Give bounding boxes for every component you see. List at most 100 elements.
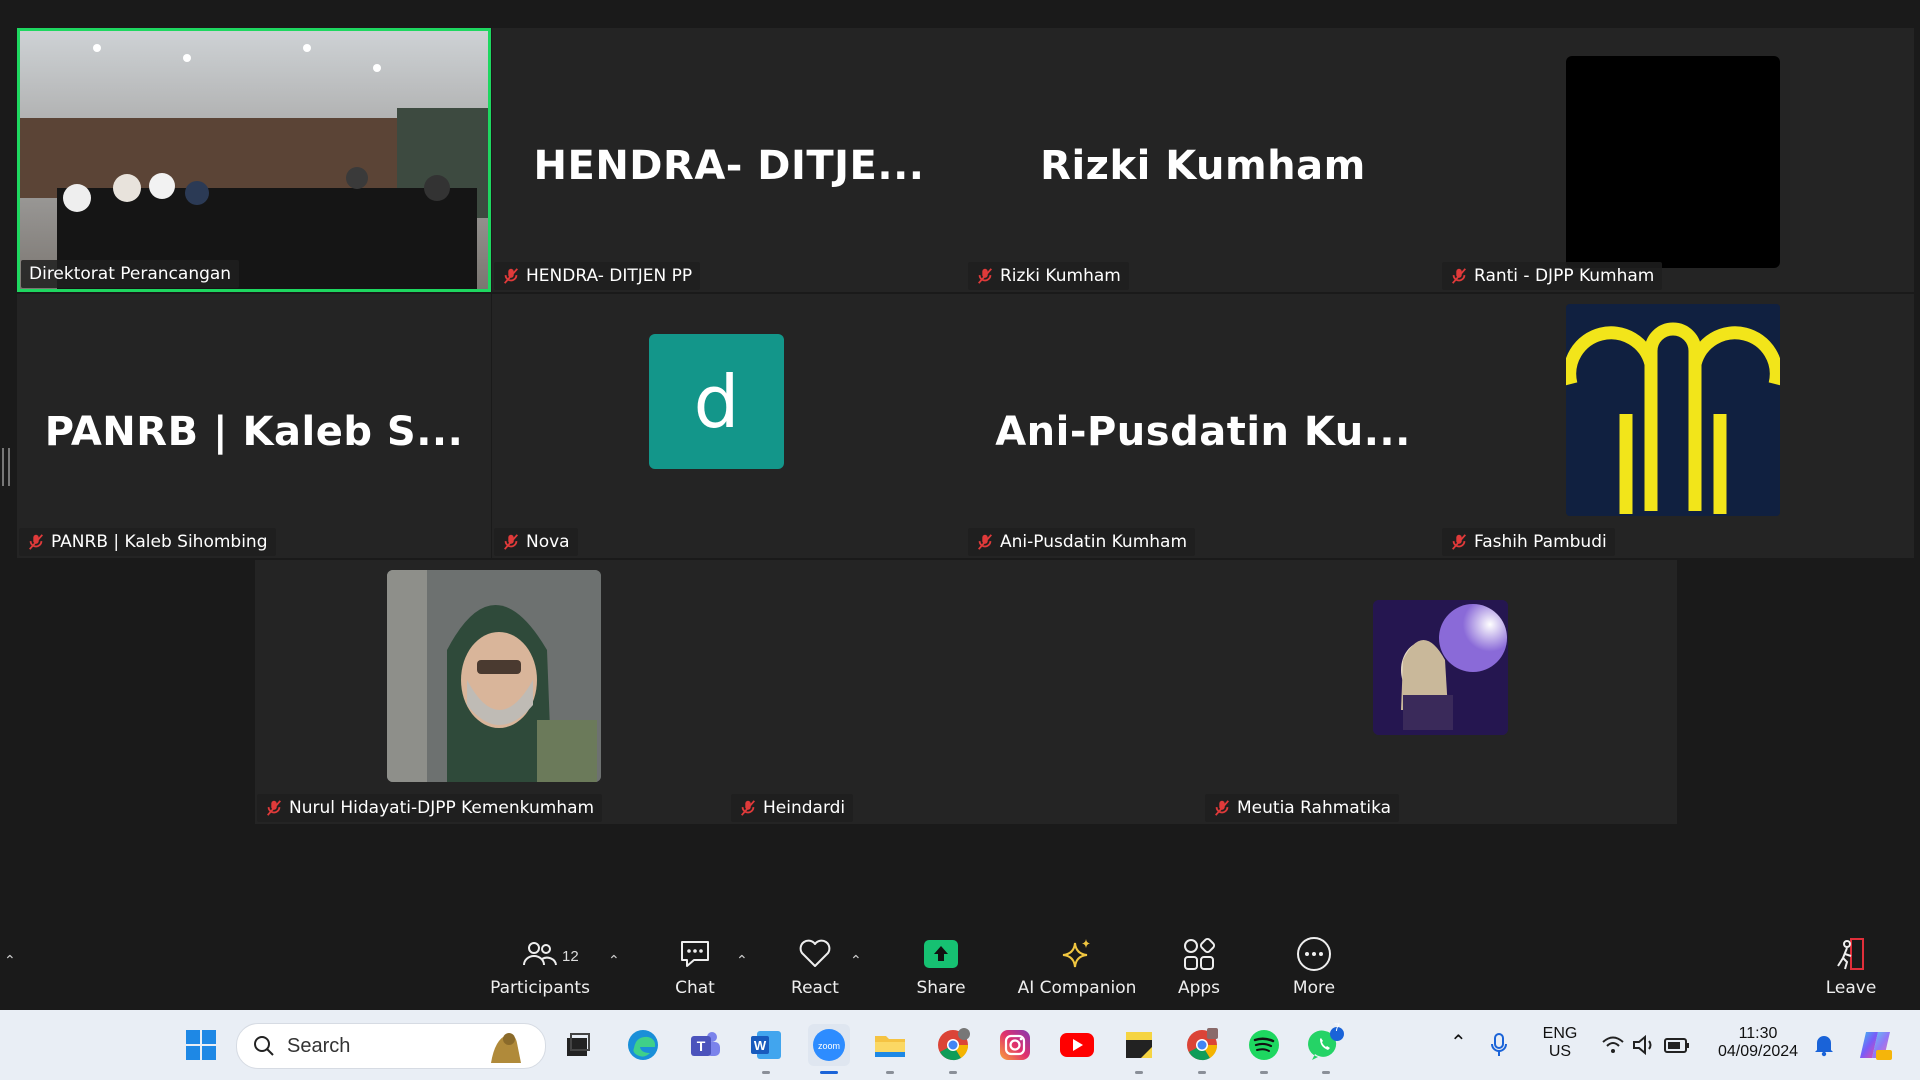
chat-options-chevron-icon[interactable]: ⌃ — [736, 952, 748, 969]
leave-icon — [1833, 932, 1869, 976]
ai-companion-button[interactable]: AI Companion — [1016, 932, 1138, 998]
volume-icon — [1633, 1034, 1652, 1056]
keyboard-region: US — [1548, 1043, 1572, 1060]
search-icon — [254, 1036, 274, 1056]
taskbar-word[interactable]: W — [745, 1024, 787, 1074]
taskbar-search-box[interactable]: Search — [236, 1023, 546, 1069]
taskbar-chrome-profile[interactable] — [1181, 1024, 1223, 1074]
more-button[interactable]: More — [1278, 932, 1350, 998]
mic-muted-icon — [267, 800, 281, 816]
video-tile-meutia[interactable]: Meutia Rahmatika — [1203, 560, 1677, 824]
bell-icon — [1815, 1036, 1833, 1057]
mic-muted-icon — [1452, 534, 1466, 550]
notifications-button[interactable] — [1806, 1024, 1842, 1066]
leave-button[interactable]: Leave — [1818, 932, 1884, 998]
wifi-icon — [1602, 1036, 1624, 1053]
language-indicator[interactable]: ENG US — [1540, 1025, 1580, 1061]
microphone-icon — [1491, 1033, 1507, 1056]
video-tile-rizki[interactable]: Rizki Kumham Rizki Kumham — [966, 28, 1440, 292]
participant-name: Fashih Pambudi — [1474, 532, 1607, 552]
participant-name: Nurul Hidayati-DJPP Kemenkumham — [289, 798, 595, 818]
task-view-button[interactable] — [557, 1024, 599, 1066]
participant-name-label: Ranti - DJPP Kumham — [1442, 262, 1663, 290]
taskbar-youtube[interactable] — [1056, 1024, 1098, 1066]
participants-button[interactable]: Participants — [490, 932, 590, 998]
taskbar-spotify[interactable] — [1243, 1024, 1285, 1074]
mic-muted-icon — [978, 268, 992, 284]
taskbar-edge[interactable] — [622, 1024, 664, 1066]
participant-name: Heindardi — [763, 798, 846, 818]
participant-name-label: Direktorat Perancangan — [21, 260, 240, 288]
participant-name-label: Nurul Hidayati-DJPP Kemenkumham — [257, 794, 603, 822]
language-code: ENG — [1542, 1025, 1578, 1042]
taskbar-file-explorer[interactable] — [869, 1024, 911, 1074]
participants-options-chevron-icon[interactable]: ⌃ — [608, 952, 620, 969]
participant-name-label: PANRB | Kaleb Sihombing — [19, 528, 276, 556]
mic-muted-icon — [978, 534, 992, 550]
running-indicator — [1322, 1071, 1330, 1074]
participant-name-label: Meutia Rahmatika — [1205, 794, 1400, 822]
participant-name-label: HENDRA- DITJEN PP — [494, 262, 701, 290]
whatsapp-notification-badge: 7 — [1333, 1022, 1341, 1034]
participant-display-name: Ani-Pusdatin Ku... — [995, 409, 1411, 455]
participant-name: Nova — [526, 532, 570, 552]
participant-display-name: Rizki Kumham — [1040, 143, 1366, 189]
avatar: d — [649, 334, 784, 469]
task-view-icon — [567, 1033, 590, 1056]
taskbar-teams[interactable]: T — [684, 1024, 726, 1066]
participants-count: 12 — [562, 948, 579, 965]
video-tile-panrb[interactable]: PANRB | Kaleb S... PANRB | Kaleb Sihombi… — [17, 294, 491, 558]
mic-muted-icon — [1452, 268, 1466, 284]
spotify-icon — [1249, 1030, 1279, 1060]
video-tile-ranti[interactable]: Ranti - DJPP Kumham — [1440, 28, 1914, 292]
taskbar-whatsapp[interactable]: 7 — [1305, 1022, 1347, 1074]
react-options-chevron-icon[interactable]: ⌃ — [850, 952, 862, 969]
participant-video — [387, 570, 601, 782]
participant-name-label: Fashih Pambudi — [1442, 528, 1615, 556]
chat-icon — [678, 932, 712, 976]
participant-display-name: PANRB | Kaleb S... — [44, 409, 464, 455]
participant-display-name: HENDRA- DITJE... — [533, 143, 925, 189]
share-button[interactable]: Share — [905, 932, 977, 998]
share-label: Share — [916, 978, 966, 998]
tray-microphone[interactable] — [1484, 1024, 1514, 1066]
clock[interactable]: 11:30 04/09/2024 — [1710, 1025, 1806, 1061]
participants-icon — [522, 932, 558, 976]
tray-network-volume-battery[interactable] — [1596, 1024, 1696, 1066]
heart-icon — [798, 932, 832, 976]
more-label: More — [1292, 978, 1336, 998]
mic-muted-icon — [504, 534, 518, 550]
taskbar-zoom[interactable]: zoom — [808, 1024, 850, 1074]
video-tile-ani[interactable]: Ani-Pusdatin Ku... Ani-Pusdatin Kumham — [966, 294, 1440, 558]
video-tile-direktorat[interactable]: Direktorat Perancangan — [17, 28, 491, 292]
taskbar-sticky-notes[interactable] — [1118, 1024, 1160, 1074]
meeting-toolbar: ⌃ Participants 12 ⌃ Chat ⌃ React ⌃ Share… — [0, 928, 1920, 1010]
taskbar-instagram[interactable] — [994, 1024, 1036, 1066]
video-tile-hendra[interactable]: HENDRA- DITJE... HENDRA- DITJEN PP — [492, 28, 966, 292]
folder-icon — [875, 1036, 905, 1057]
video-tile-nova[interactable]: d Nova — [492, 294, 966, 558]
chat-button[interactable]: Chat — [659, 932, 731, 998]
running-indicator — [1260, 1071, 1268, 1074]
react-button[interactable]: React — [779, 932, 851, 998]
taskbar-chrome[interactable] — [932, 1024, 974, 1074]
search-placeholder: Search — [287, 1034, 351, 1057]
tray-overflow-chevron-icon[interactable]: ⌃ — [1450, 1030, 1467, 1055]
copilot-button[interactable] — [1854, 1024, 1896, 1066]
copilot-icon — [1860, 1032, 1892, 1060]
running-indicator — [1198, 1071, 1206, 1074]
clock-time: 11:30 — [1738, 1025, 1778, 1042]
svg-text:T: T — [697, 1038, 706, 1054]
apps-button[interactable]: Apps — [1163, 932, 1235, 998]
word-icon: W — [751, 1031, 781, 1059]
svg-text:zoom: zoom — [818, 1041, 840, 1051]
chevron-up-icon[interactable]: ⌃ — [4, 952, 16, 969]
windows-logo-icon — [186, 1030, 216, 1060]
video-tile-heindardi[interactable]: Heindardi — [729, 560, 1203, 824]
windows-start-button[interactable] — [180, 1024, 222, 1066]
video-tile-nurul[interactable]: Nurul Hidayati-DJPP Kemenkumham — [255, 560, 729, 824]
video-tile-fashih[interactable]: Fashih Pambudi — [1440, 294, 1914, 558]
side-resize-handle[interactable] — [2, 448, 10, 486]
running-indicator — [762, 1071, 770, 1074]
youtube-icon — [1060, 1033, 1094, 1057]
